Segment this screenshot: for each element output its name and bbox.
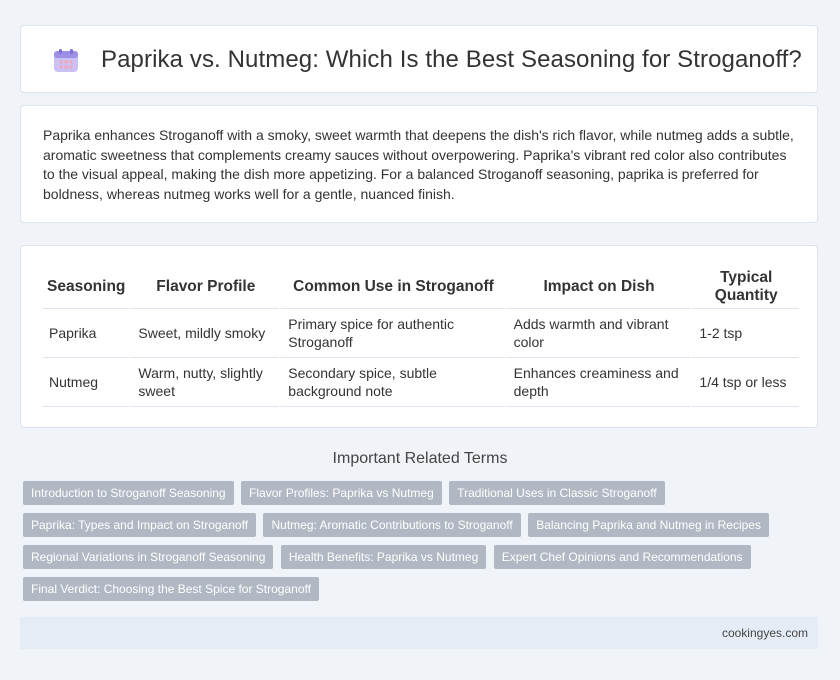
cell-seasoning: Nutmeg: [43, 358, 130, 407]
table-row: Paprika Sweet, mildly smoky Primary spic…: [43, 309, 799, 358]
related-tag[interactable]: Paprika: Types and Impact on Stroganoff: [23, 513, 257, 537]
related-tag[interactable]: Balancing Paprika and Nutmeg in Recipes: [528, 513, 769, 537]
cell-impact: Enhances creaminess and depth: [504, 358, 691, 407]
page-header: Paprika vs. Nutmeg: Which Is the Best Se…: [20, 25, 818, 93]
related-tag[interactable]: Final Verdict: Choosing the Best Spice f…: [23, 577, 319, 601]
header-impact: Impact on Dish: [504, 266, 691, 309]
header-seasoning: Seasoning: [43, 266, 130, 309]
related-tag[interactable]: Expert Chef Opinions and Recommendations: [493, 545, 751, 569]
related-tag[interactable]: Traditional Uses in Classic Stroganoff: [449, 481, 665, 505]
page-footer: cookingyes.com: [20, 617, 818, 649]
related-tag[interactable]: Regional Variations in Stroganoff Season…: [23, 545, 274, 569]
footer-site-link[interactable]: cookingyes.com: [722, 617, 808, 649]
cell-impact: Adds warmth and vibrant color: [504, 309, 691, 358]
table-header-row: Seasoning Flavor Profile Common Use in S…: [43, 266, 799, 309]
header-quantity: Typical Quantity: [690, 266, 799, 309]
cell-quantity: 1/4 tsp or less: [690, 358, 799, 407]
cell-flavor-profile: Warm, nutty, slightly sweet: [129, 358, 280, 407]
cell-flavor-profile: Sweet, mildly smoky: [129, 309, 280, 358]
comparison-table-card: Seasoning Flavor Profile Common Use in S…: [20, 245, 818, 428]
comparison-table: Seasoning Flavor Profile Common Use in S…: [43, 266, 799, 407]
related-terms-list: Introduction to Stroganoff Seasoning Fla…: [23, 481, 813, 609]
table-row: Nutmeg Warm, nutty, slightly sweet Secon…: [43, 358, 799, 407]
related-terms-title: Important Related Terms: [332, 450, 508, 467]
calendar-icon: [54, 49, 78, 72]
cell-common-use: Primary spice for authentic Stroganoff: [279, 309, 505, 358]
cell-common-use: Secondary spice, subtle background note: [279, 358, 505, 407]
related-tag[interactable]: Introduction to Stroganoff Seasoning: [23, 481, 234, 505]
cell-quantity: 1-2 tsp: [690, 309, 799, 358]
page-title: Paprika vs. Nutmeg: Which Is the Best Se…: [101, 46, 802, 73]
intro-text: Paprika enhances Stroganoff with a smoky…: [43, 127, 794, 202]
related-tag[interactable]: Nutmeg: Aromatic Contributions to Stroga…: [263, 513, 521, 537]
related-tag[interactable]: Flavor Profiles: Paprika vs Nutmeg: [241, 481, 442, 505]
intro-card: Paprika enhances Stroganoff with a smoky…: [20, 105, 818, 223]
cell-seasoning: Paprika: [43, 309, 130, 358]
header-common-use: Common Use in Stroganoff: [279, 266, 505, 309]
related-tag[interactable]: Health Benefits: Paprika vs Nutmeg: [280, 545, 487, 569]
header-flavor-profile: Flavor Profile: [129, 266, 280, 309]
